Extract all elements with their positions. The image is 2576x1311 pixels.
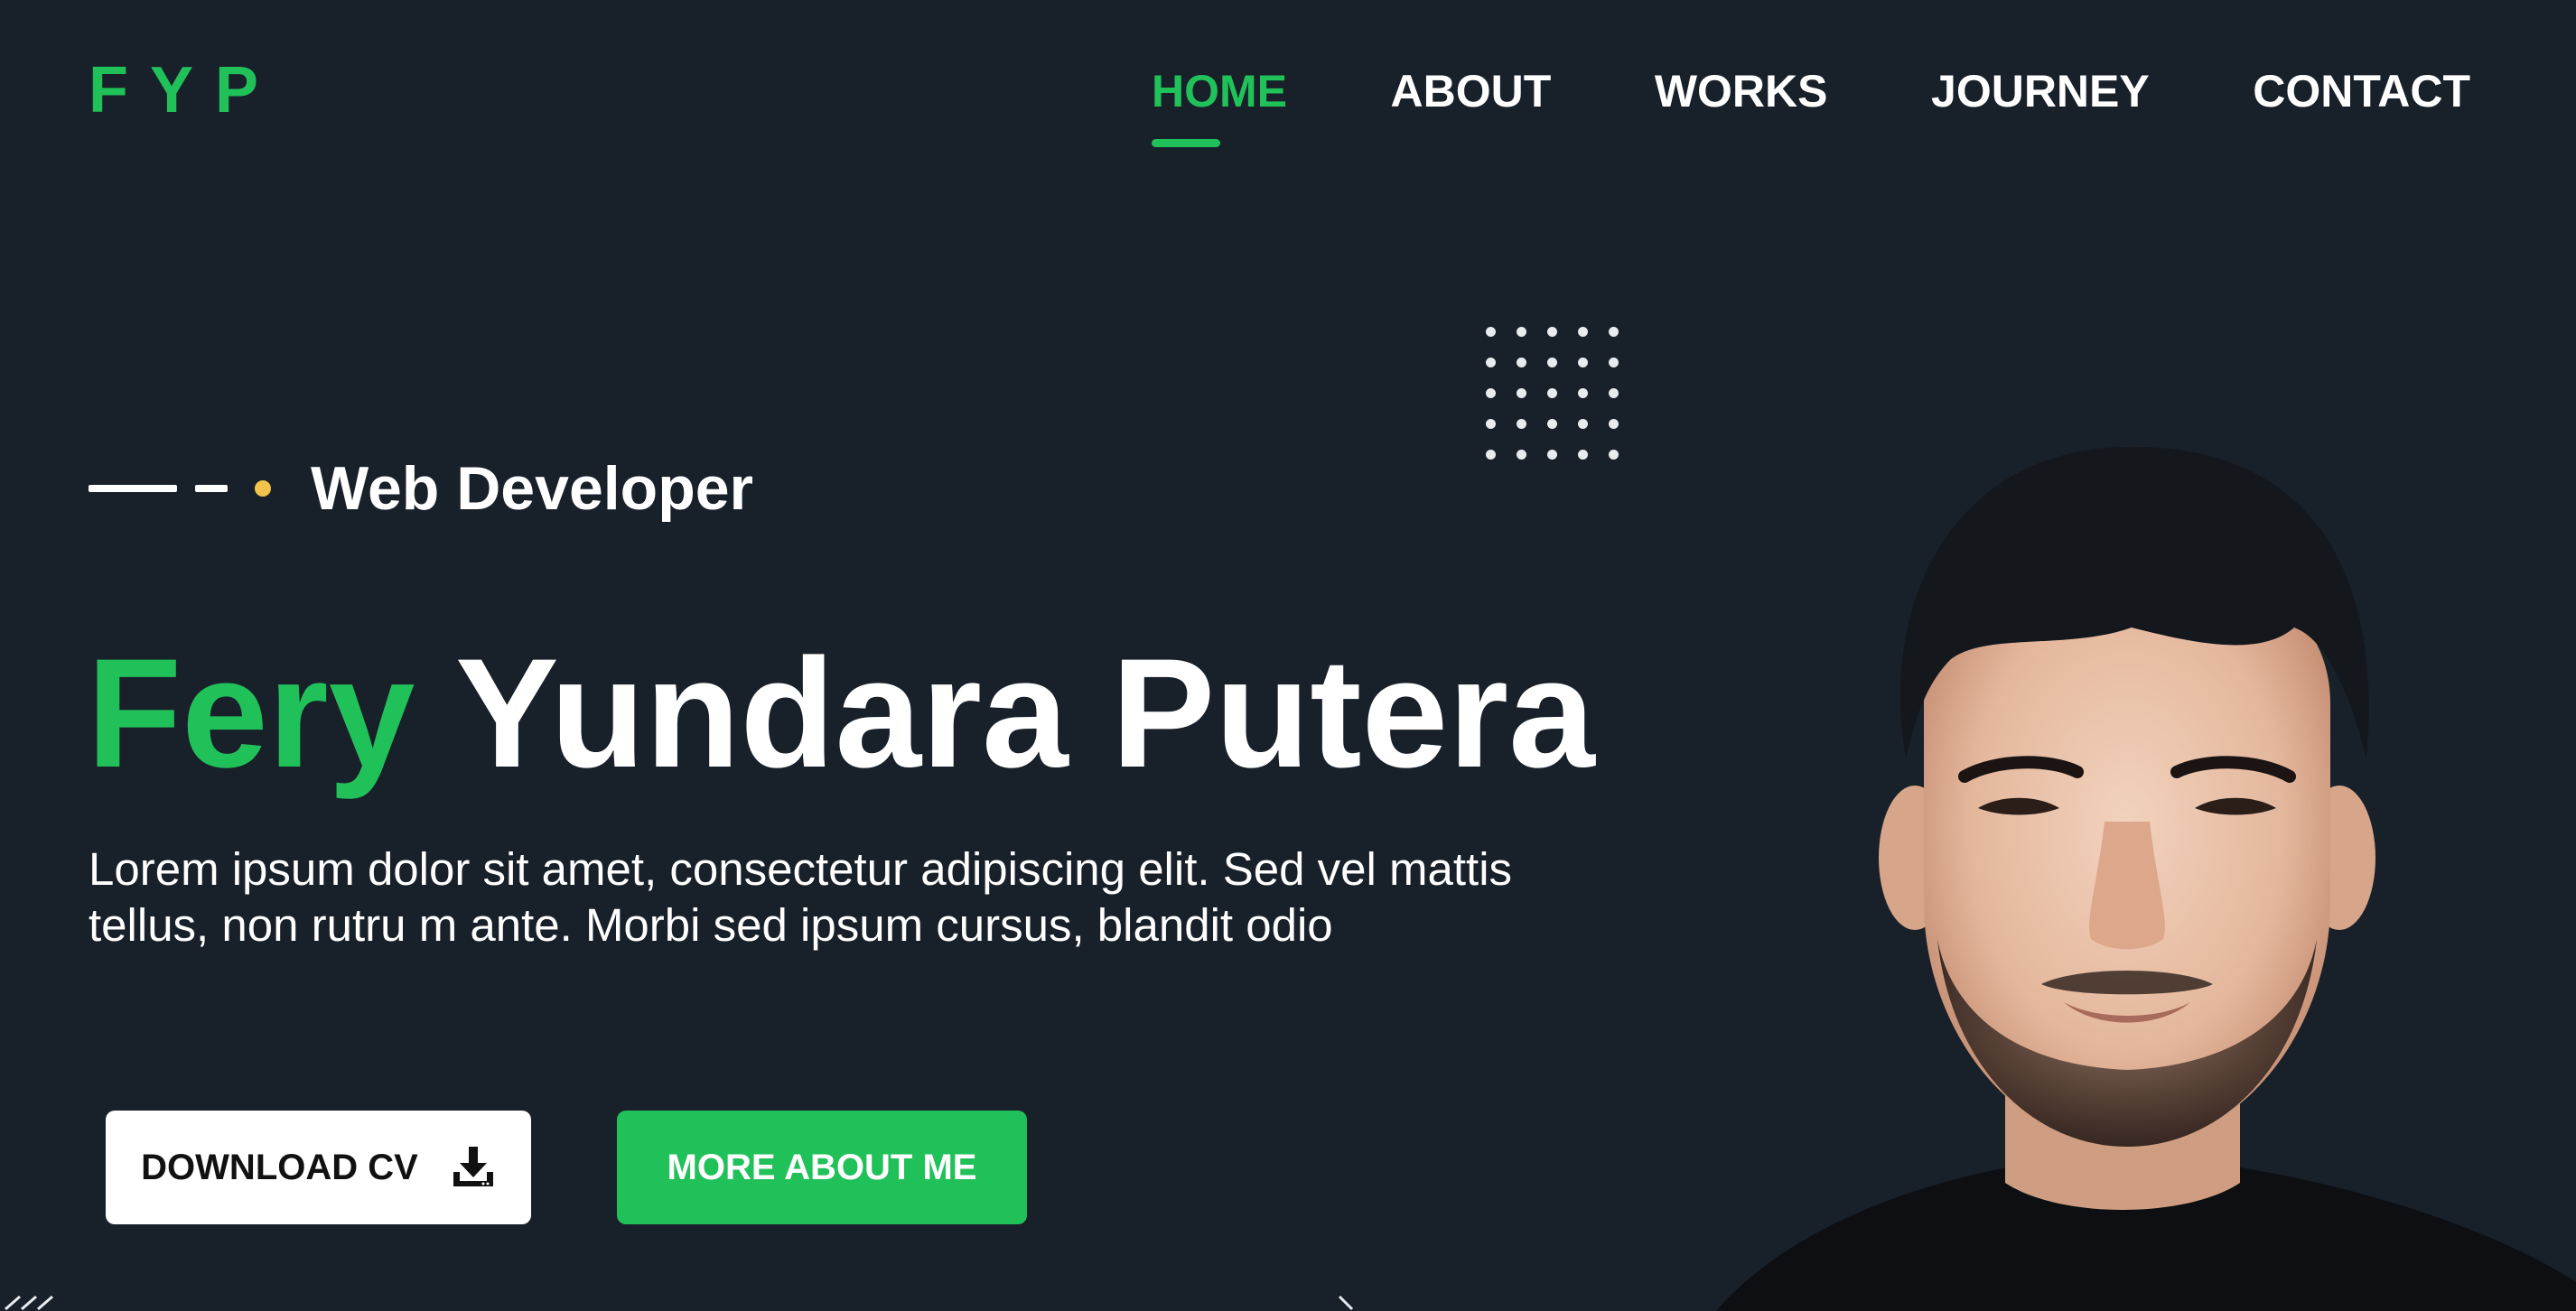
more-about-me-button[interactable]: MORE ABOUT ME bbox=[617, 1111, 1027, 1224]
carousel-next-icon[interactable] bbox=[1332, 1295, 1358, 1311]
dot bbox=[1486, 419, 1496, 429]
download-cv-label: DOWNLOAD CV bbox=[141, 1147, 418, 1187]
nav-item-label: JOURNEY bbox=[1931, 66, 2150, 116]
dot bbox=[1517, 419, 1526, 429]
dot bbox=[1578, 419, 1588, 429]
dot bbox=[1609, 419, 1619, 429]
nav-item-label: ABOUT bbox=[1390, 66, 1552, 116]
hero-description: Lorem ipsum dolor sit amet, consectetur … bbox=[89, 843, 1513, 951]
nav-item-about[interactable]: ABOUT bbox=[1391, 69, 1552, 114]
tagline-dot bbox=[255, 480, 271, 497]
dot bbox=[1609, 388, 1619, 398]
download-cv-button[interactable]: DOWNLOAD CV bbox=[106, 1111, 531, 1224]
tagline-dash-long bbox=[89, 485, 177, 492]
dot bbox=[1547, 388, 1557, 398]
dot bbox=[1578, 358, 1588, 367]
dot bbox=[1578, 450, 1588, 460]
nav-item-label: CONTACT bbox=[2253, 66, 2470, 116]
dot bbox=[1486, 388, 1496, 398]
more-about-me-label: MORE ABOUT ME bbox=[667, 1147, 977, 1187]
dot bbox=[1486, 450, 1496, 460]
hero-name: Fery Yundara Putera bbox=[87, 632, 1595, 795]
dot bbox=[1517, 327, 1526, 337]
dot bbox=[1517, 358, 1526, 367]
dot-pattern bbox=[1486, 327, 1621, 462]
dot bbox=[1486, 327, 1496, 337]
dot bbox=[1547, 358, 1557, 367]
dot bbox=[1578, 327, 1588, 337]
download-icon bbox=[453, 1147, 493, 1186]
dot bbox=[1609, 358, 1619, 367]
tagline-text: Web Developer bbox=[311, 454, 754, 523]
carousel-prev-icon[interactable] bbox=[0, 1295, 63, 1311]
active-nav-indicator bbox=[1152, 139, 1220, 147]
nav-item-label: WORKS bbox=[1654, 66, 1828, 116]
dot bbox=[1609, 327, 1619, 337]
site-logo[interactable]: FYP bbox=[89, 58, 280, 123]
nav-item-contact[interactable]: CONTACT bbox=[2253, 69, 2470, 114]
dot bbox=[1609, 450, 1619, 460]
hero-name-rest: Yundara Putera bbox=[455, 627, 1595, 800]
nav-item-journey[interactable]: JOURNEY bbox=[1931, 69, 2150, 114]
dot bbox=[1547, 419, 1557, 429]
nav-item-works[interactable]: WORKS bbox=[1655, 69, 1828, 114]
main-nav: HOME ABOUT WORKS JOURNEY CONTACT bbox=[1152, 66, 2470, 147]
nav-item-label: HOME bbox=[1152, 66, 1287, 116]
tagline: Web Developer bbox=[89, 454, 753, 523]
portrait-photo bbox=[1716, 446, 2576, 1311]
dot bbox=[1517, 450, 1526, 460]
hero-name-first: Fery bbox=[87, 627, 415, 800]
dot bbox=[1486, 358, 1496, 367]
nav-item-home[interactable]: HOME bbox=[1152, 66, 1287, 147]
dot bbox=[1578, 388, 1588, 398]
dot bbox=[1517, 388, 1526, 398]
tagline-dash-short bbox=[195, 485, 228, 492]
dot bbox=[1547, 450, 1557, 460]
dot bbox=[1547, 327, 1557, 337]
